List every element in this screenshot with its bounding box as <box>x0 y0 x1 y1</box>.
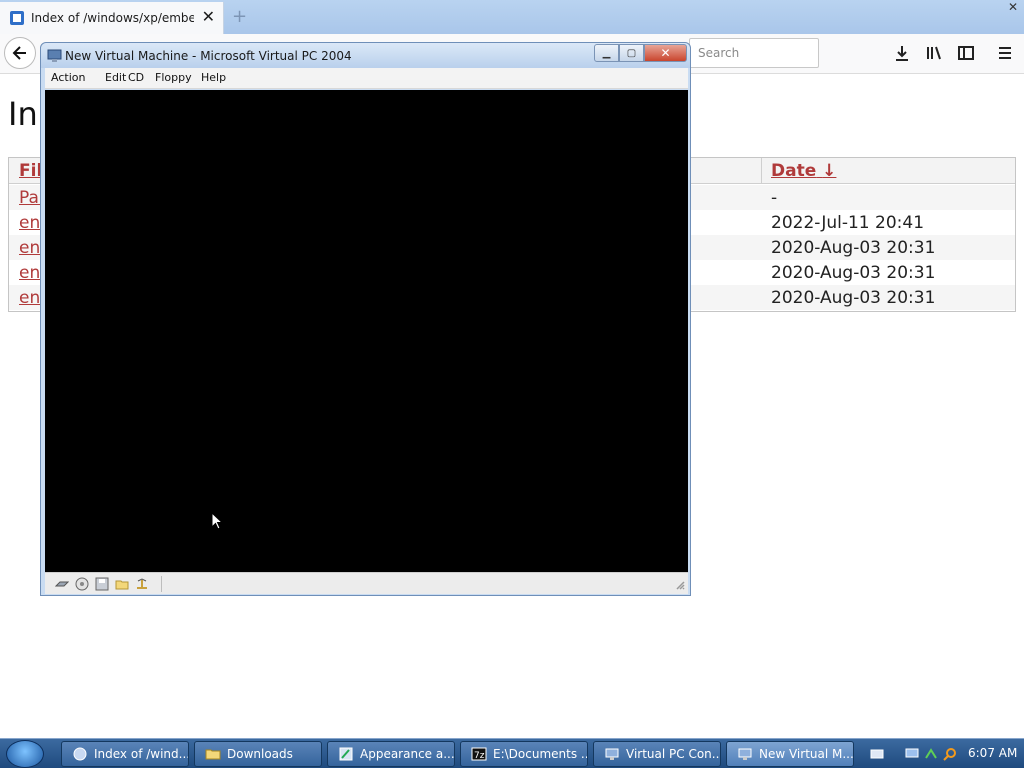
browser-tab-bar: Index of /windows/xp/embedde ✕ + ✕ <box>0 0 1024 34</box>
window-close-icon[interactable]: ✕ <box>1008 0 1018 14</box>
taskbar-label: E:\Documents ... <box>493 747 588 761</box>
search-tray-icon[interactable] <box>942 746 958 762</box>
menu-icon[interactable] <box>996 44 1014 62</box>
close-button[interactable]: ✕ <box>644 44 687 62</box>
minimize-button[interactable]: ▁ <box>594 44 619 62</box>
clock[interactable]: 6:07 AM <box>968 746 1017 760</box>
file-date: - <box>771 188 778 208</box>
vpc-console-icon <box>605 748 619 760</box>
minimize-icon: ▁ <box>602 47 611 59</box>
shared-folder-icon[interactable] <box>115 577 129 591</box>
sidebar-icon[interactable] <box>957 44 975 62</box>
file-link[interactable]: en <box>19 263 40 283</box>
network-icon[interactable] <box>135 577 149 591</box>
hard-disk-icon[interactable] <box>55 577 69 591</box>
back-arrow-icon <box>12 46 26 60</box>
maximize-button[interactable]: ▢ <box>619 44 644 62</box>
menu-edit[interactable]: Edit <box>105 71 126 84</box>
search-input[interactable]: Search <box>689 38 819 68</box>
start-button[interactable] <box>6 740 44 768</box>
menu-cd[interactable]: CD <box>128 71 144 84</box>
file-link[interactable]: en <box>19 213 40 233</box>
mouse-cursor-icon <box>211 512 223 530</box>
menu-action[interactable]: Action <box>51 71 85 84</box>
browser-tab[interactable]: Index of /windows/xp/embedde ✕ <box>0 2 224 34</box>
page-heading: In <box>8 95 38 133</box>
taskbar-button-vpc[interactable]: New Virtual M... <box>726 741 854 767</box>
taskbar-label: Virtual PC Con... <box>626 747 721 761</box>
appearance-icon <box>339 747 353 761</box>
virtual-pc-window[interactable]: New Virtual Machine - Microsoft Virtual … <box>40 42 691 596</box>
floppy-icon[interactable] <box>95 577 109 591</box>
7zip-icon: 7z <box>471 747 487 761</box>
vpc-icon <box>47 49 62 62</box>
vpc-status-bar <box>45 572 688 594</box>
file-date: 2020-Aug-03 20:31 <box>771 288 936 308</box>
vpc-icon <box>738 748 752 760</box>
library-icon[interactable] <box>925 44 943 62</box>
cd-drive-icon[interactable] <box>75 577 89 591</box>
taskbar-label: New Virtual M... <box>759 747 854 761</box>
taskbar-button-vpc-console[interactable]: Virtual PC Con... <box>593 741 721 767</box>
back-button[interactable] <box>4 37 36 69</box>
taskbar-button-appearance[interactable]: Appearance a... <box>327 741 455 767</box>
menu-floppy[interactable]: Floppy <box>155 71 192 84</box>
browser-icon <box>73 747 87 761</box>
vpc-tray-icon[interactable] <box>904 746 920 762</box>
header-divider <box>761 158 762 184</box>
folder-icon <box>205 749 221 760</box>
close-icon: ✕ <box>660 46 671 60</box>
close-tab-icon[interactable]: ✕ <box>202 9 215 25</box>
header-file-link[interactable]: Fil <box>19 161 42 181</box>
taskbar-label: Downloads <box>227 747 293 761</box>
maximize-icon: ▢ <box>626 47 637 59</box>
window-title-bar[interactable]: New Virtual Machine - Microsoft Virtual … <box>41 43 690 68</box>
file-link[interactable]: en <box>19 238 40 258</box>
new-tab-icon[interactable]: + <box>232 6 247 27</box>
header-date-link[interactable]: Date ↓ <box>771 161 836 181</box>
taskbar: Index of /wind... Downloads Appearance a… <box>0 738 1024 768</box>
window-title: New Virtual Machine - Microsoft Virtual … <box>65 49 352 63</box>
keyboard-icon[interactable] <box>870 748 884 760</box>
resize-grip-icon[interactable] <box>674 579 685 590</box>
vpc-menu-bar: Action Edit CD Floppy Help <box>45 68 688 89</box>
status-divider <box>161 576 162 592</box>
taskbar-button-documents[interactable]: 7z E:\Documents ... <box>460 741 588 767</box>
page-icon <box>10 11 24 25</box>
taskbar-label: Index of /wind... <box>94 747 189 761</box>
network-tray-icon[interactable] <box>923 746 939 762</box>
menu-help[interactable]: Help <box>201 71 226 84</box>
file-link[interactable]: en <box>19 288 40 308</box>
sort-arrow-icon: ↓ <box>822 161 837 181</box>
file-date: 2020-Aug-03 20:31 <box>771 263 936 283</box>
taskbar-button-browser[interactable]: Index of /wind... <box>61 741 189 767</box>
vm-screen[interactable] <box>45 90 688 572</box>
svg-text:7z: 7z <box>474 751 485 761</box>
download-icon[interactable] <box>893 44 911 62</box>
taskbar-button-downloads[interactable]: Downloads <box>194 741 322 767</box>
tab-title: Index of /windows/xp/embedde <box>31 11 194 25</box>
file-date: 2020-Aug-03 20:31 <box>771 238 936 258</box>
file-date: 2022-Jul-11 20:41 <box>771 213 925 233</box>
header-date-label: Date <box>771 161 817 181</box>
taskbar-label: Appearance a... <box>360 747 455 761</box>
